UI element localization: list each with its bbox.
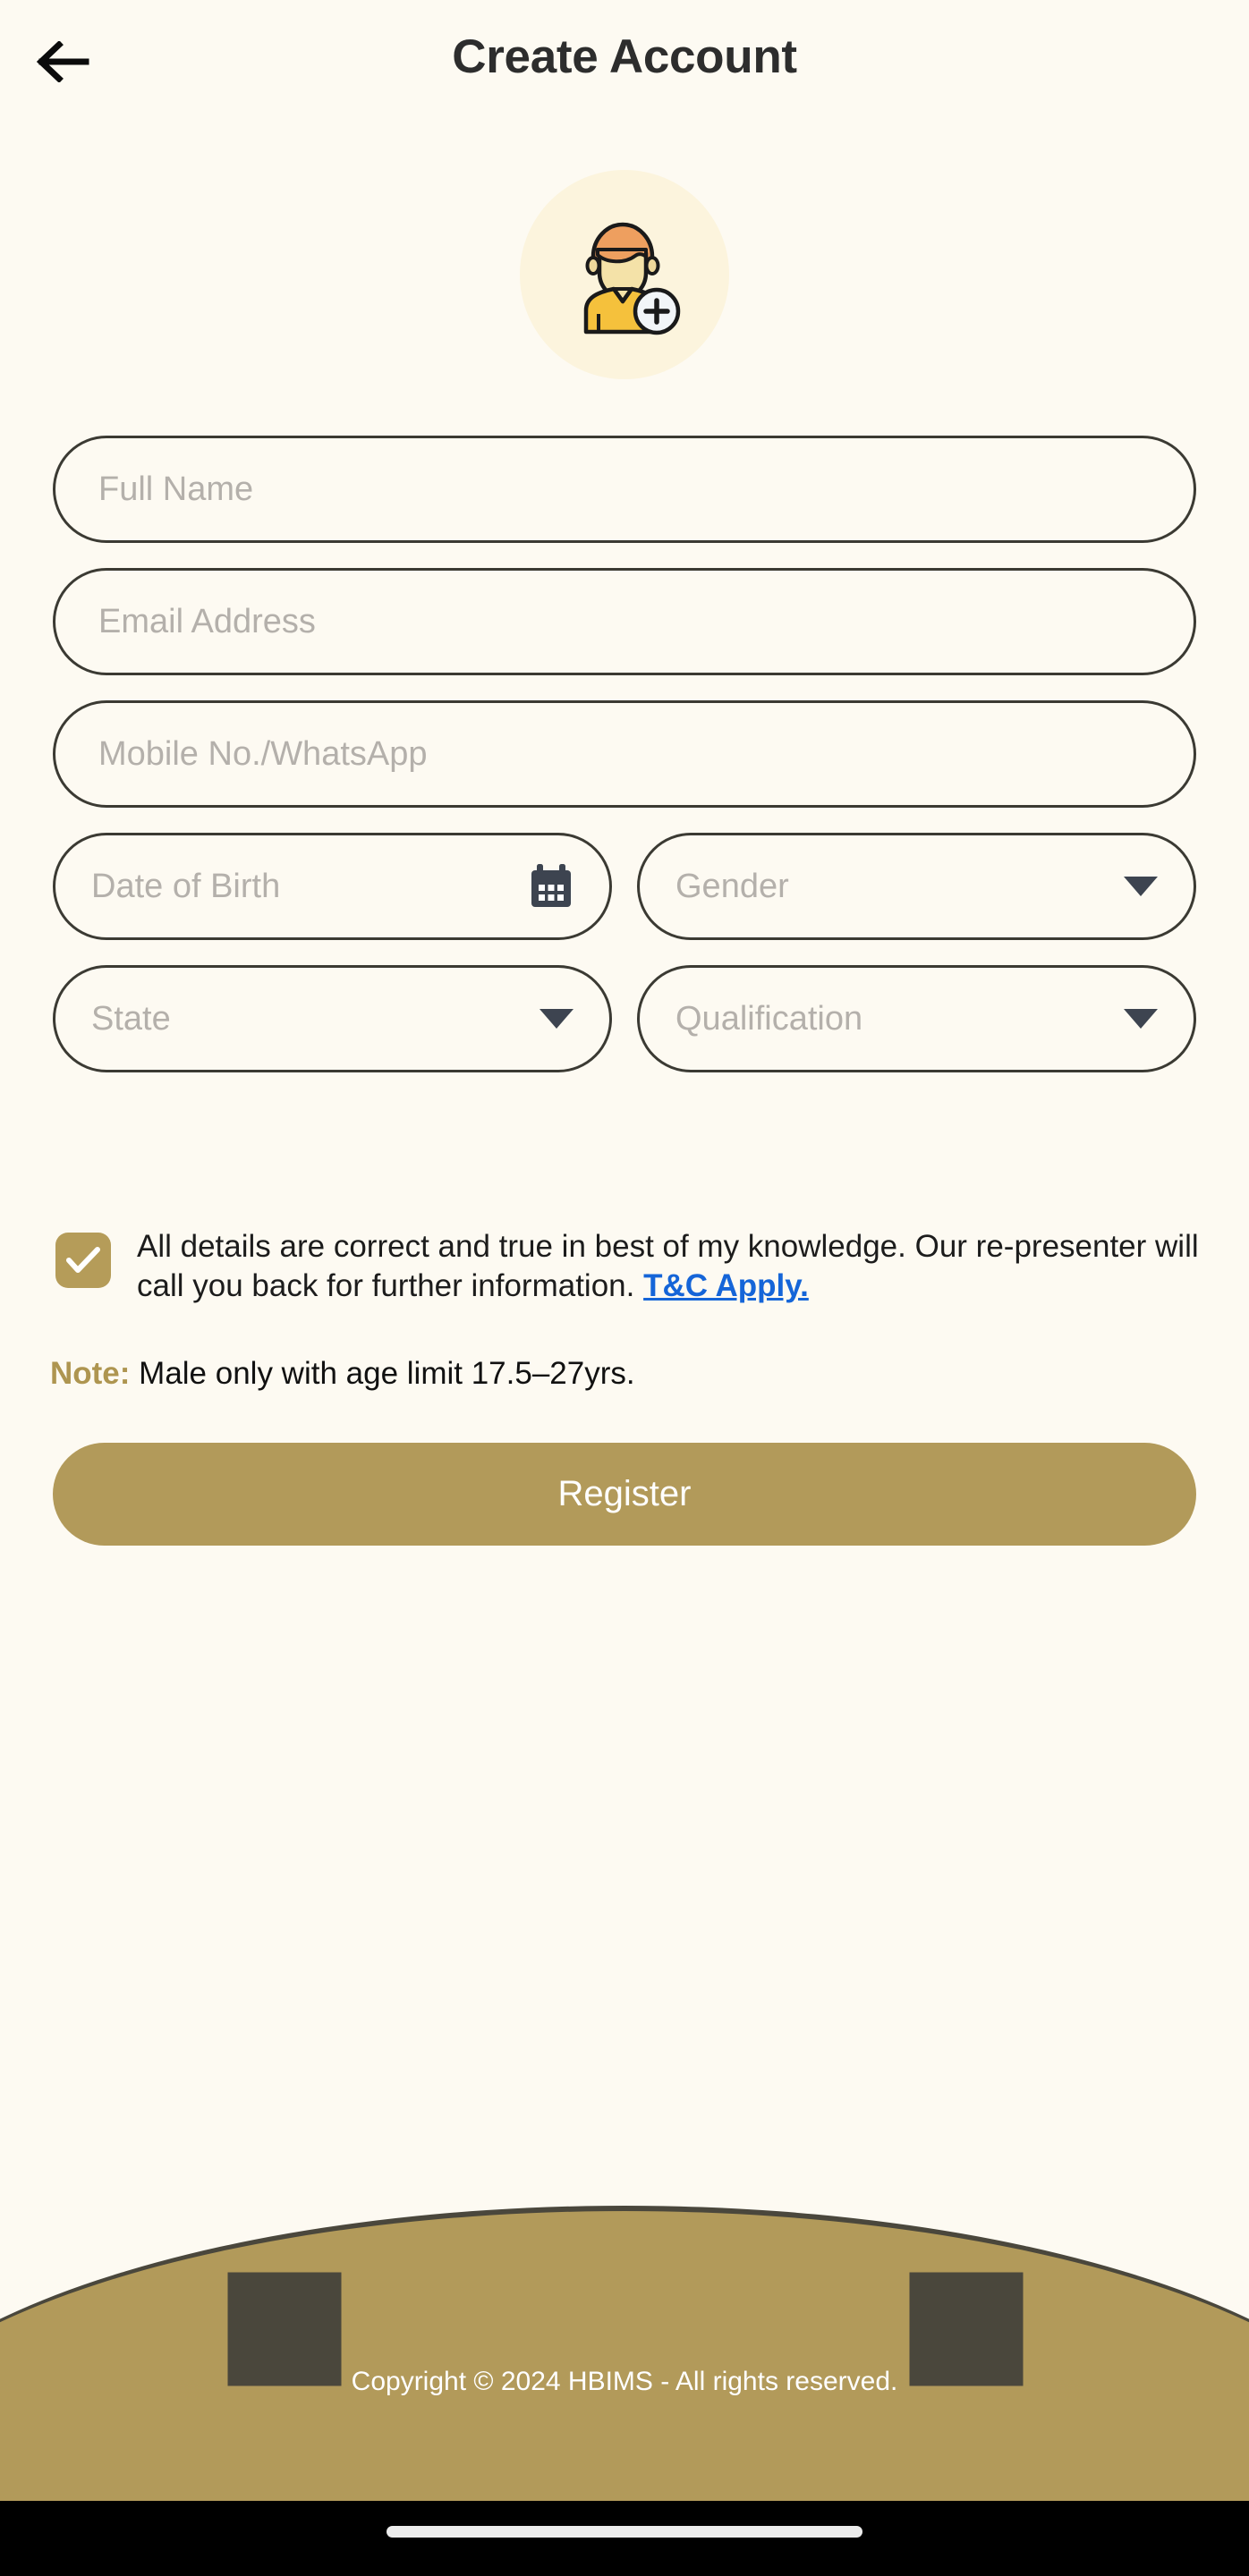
state-qualification-row: State Qualification <box>53 965 1196 1097</box>
chevron-down-icon <box>1124 877 1158 896</box>
app-header: Create Account <box>0 0 1249 118</box>
avatar-upload-button[interactable] <box>520 170 729 379</box>
dob-gender-row: Date of Birth Gender <box>53 833 1196 965</box>
home-indicator[interactable] <box>387 2526 862 2538</box>
qualification-select[interactable]: Qualification <box>637 965 1196 1072</box>
mobile-field[interactable]: Mobile No./WhatsApp <box>53 700 1196 808</box>
check-icon <box>66 1247 100 1273</box>
register-button[interactable]: Register <box>53 1443 1196 1546</box>
user-add-avatar-icon <box>583 222 681 335</box>
gender-placeholder: Gender <box>675 868 789 905</box>
terms-text: All details are correct and true in best… <box>137 1227 1210 1306</box>
note-text: Male only with age limit 17.5–27yrs. <box>130 1356 635 1391</box>
full-name-placeholder: Full Name <box>98 470 254 508</box>
email-field[interactable]: Email Address <box>53 568 1196 675</box>
copyright-text: Copyright © 2024 HBIMS - All rights rese… <box>351 2367 898 2396</box>
date-of-birth-field[interactable]: Date of Birth <box>53 833 612 940</box>
note-row: Note: Male only with age limit 17.5–27yr… <box>50 1352 635 1395</box>
tc-apply-link[interactable]: T&C Apply. <box>643 1268 809 1303</box>
registration-form: Full Name Email Address Mobile No./Whats… <box>53 436 1196 1097</box>
chevron-down-icon <box>540 1009 574 1029</box>
qualification-placeholder: Qualification <box>675 1000 863 1038</box>
date-of-birth-placeholder: Date of Birth <box>91 868 281 905</box>
email-placeholder: Email Address <box>98 603 316 640</box>
footer: Copyright © 2024 HBIMS - All rights rese… <box>0 2206 1249 2501</box>
calendar-icon[interactable] <box>529 863 574 910</box>
terms-agreement-row: All details are correct and true in best… <box>55 1227 1210 1306</box>
system-navigation-bar <box>0 2501 1249 2576</box>
full-name-field[interactable]: Full Name <box>53 436 1196 543</box>
note-label: Note: <box>50 1356 131 1391</box>
gender-select[interactable]: Gender <box>637 833 1196 940</box>
terms-checkbox[interactable] <box>55 1233 111 1288</box>
mobile-placeholder: Mobile No./WhatsApp <box>98 735 428 773</box>
page-title: Create Account <box>452 30 797 83</box>
state-placeholder: State <box>91 1000 171 1038</box>
create-account-screen: Create Account Full Name Email Address M… <box>0 0 1249 2576</box>
footer-curve-shape <box>0 2206 1249 2501</box>
state-select[interactable]: State <box>53 965 612 1072</box>
chevron-down-icon <box>1124 1009 1158 1029</box>
